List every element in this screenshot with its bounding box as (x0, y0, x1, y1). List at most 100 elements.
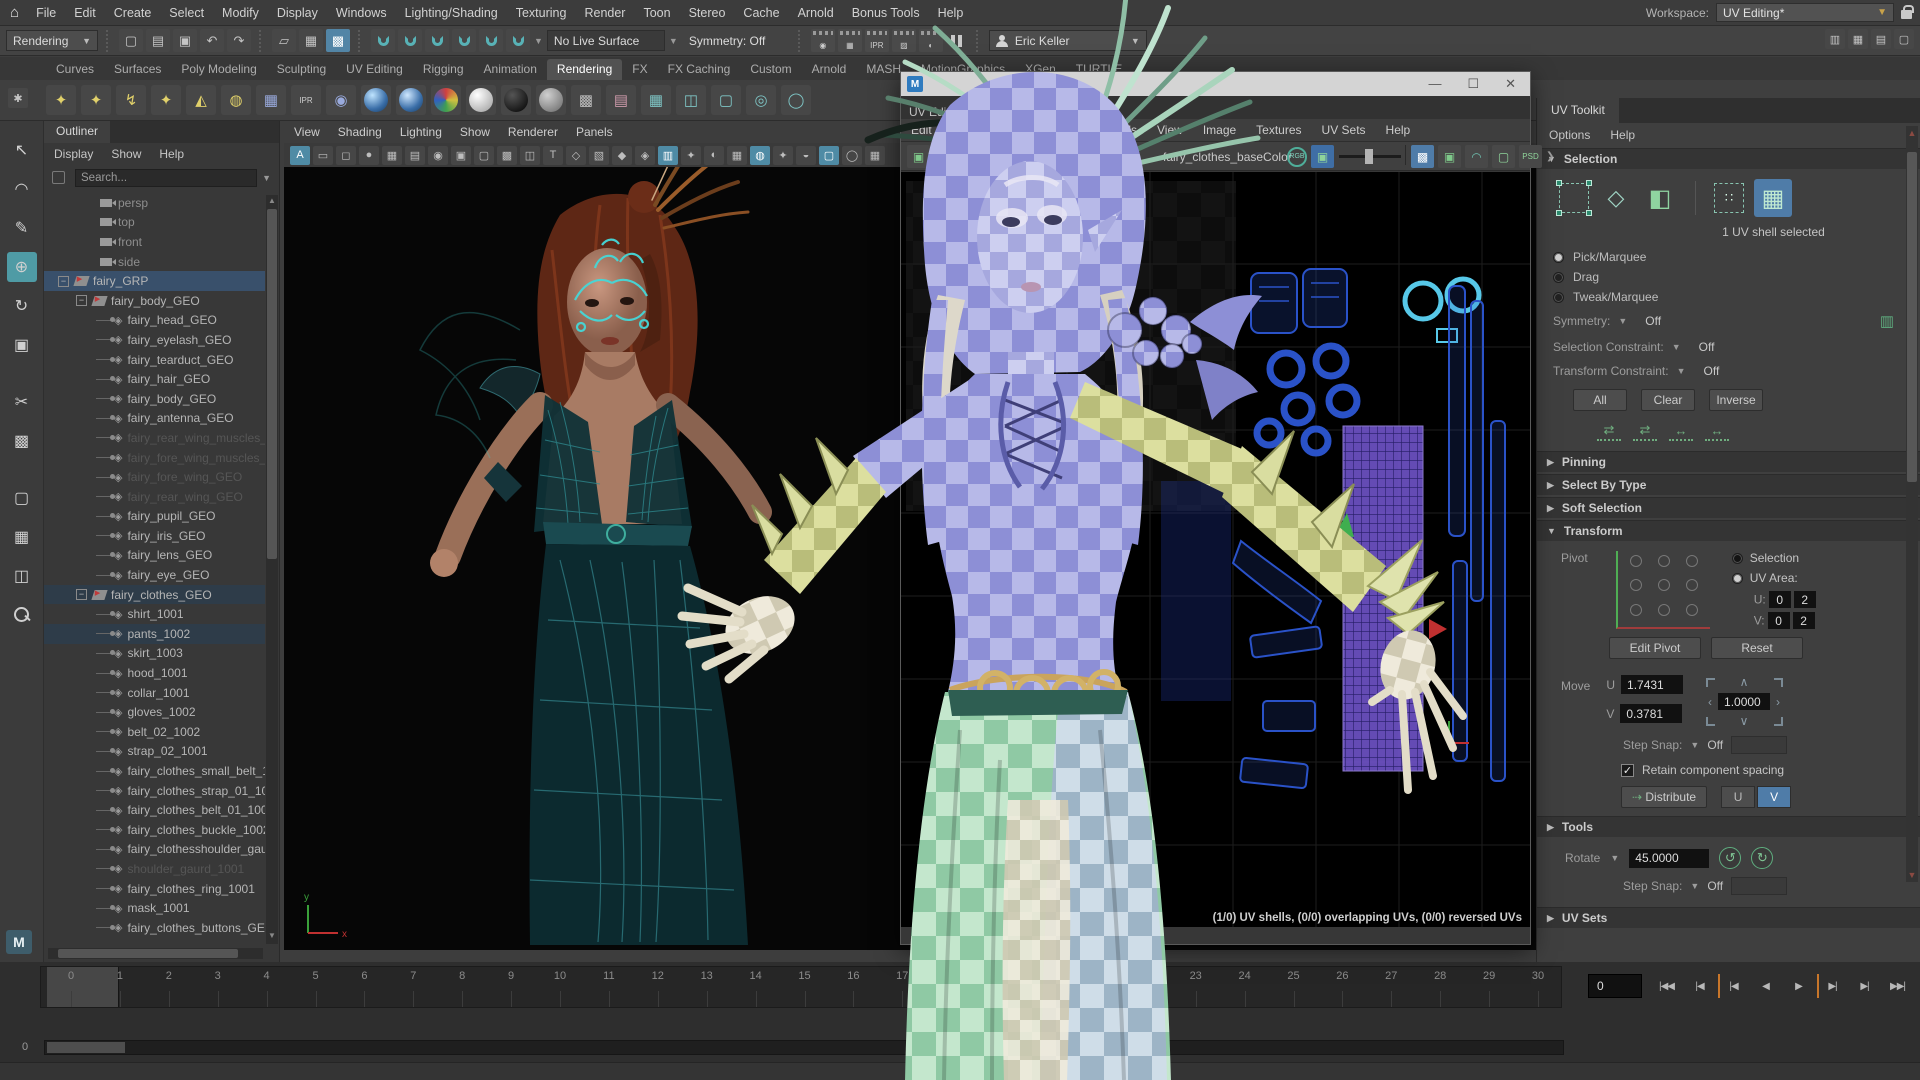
account-selector[interactable]: Eric Keller ▼ (989, 30, 1147, 51)
planar-uv-icon[interactable]: ▢ (711, 85, 741, 115)
snap-icon-2[interactable] (425, 29, 449, 52)
outliner-item-side[interactable]: side (44, 252, 265, 272)
inverse-selection-button[interactable]: Inverse (1709, 389, 1763, 411)
minimize-button[interactable]: — (1428, 76, 1441, 92)
edit-pivot-button[interactable]: Edit Pivot (1609, 637, 1701, 659)
shelf-tab-animation[interactable]: Animation (474, 59, 547, 80)
symmetry-selector[interactable]: Symmetry: Off (682, 30, 790, 51)
time-slider[interactable]: 0123456789101112131415161718192021222324… (40, 966, 1562, 1008)
snap-icon-0[interactable] (371, 29, 395, 52)
pivot-pos-0[interactable] (1630, 555, 1642, 567)
uv-editor-menu-image[interactable]: Image (1195, 123, 1244, 137)
zoom-tool-icon[interactable] (7, 600, 37, 630)
hypershade-icon[interactable]: ◉ (326, 85, 356, 115)
paint-select-tool-icon[interactable]: ✎ (7, 213, 37, 243)
outliner-item-fairy_clothes_small_belt_1002[interactable]: ◈fairy_clothes_small_belt_1002 (44, 761, 265, 781)
panel-toggle-icon-1[interactable]: ▦ (1848, 29, 1868, 49)
outliner-item-fairy_body_GEO[interactable]: −fairy_body_GEO (44, 291, 265, 311)
render-current-frame-icon[interactable]: ◉ (811, 29, 835, 52)
menubar-item-file[interactable]: File (27, 6, 65, 20)
shell-border-icon[interactable]: ▢ (1492, 145, 1515, 168)
menubar-item-create[interactable]: Create (105, 6, 161, 20)
outliner-item-persp[interactable]: persp (44, 193, 265, 213)
uv-editor-menu-help[interactable]: Help (1378, 123, 1419, 137)
select-object-icon[interactable]: ▦ (299, 29, 323, 52)
select-loop-icon[interactable]: ↔ (1705, 421, 1729, 441)
outliner-item-fairy_lens_GEO[interactable]: ◈fairy_lens_GEO (44, 546, 265, 566)
section-pinning[interactable]: ▶Pinning (1537, 451, 1920, 472)
panel-toggle-icon-0[interactable]: ▥ (1825, 29, 1845, 49)
shelf-tab-poly-modeling[interactable]: Poly Modeling (171, 59, 266, 80)
section-tools[interactable]: ▶Tools (1537, 816, 1920, 837)
outliner-item-fairy_fore_wing_muscles_GEO[interactable]: ◈fairy_fore_wing_muscles_GEO (44, 448, 265, 468)
go-to-end-button[interactable]: ▶▶| (1883, 974, 1912, 998)
pivot-pos-5[interactable] (1686, 579, 1698, 591)
menubar-item-edit[interactable]: Edit (65, 6, 105, 20)
undo-icon[interactable]: ↶ (200, 29, 224, 52)
pivot-pos-2[interactable] (1686, 555, 1698, 567)
home-icon[interactable]: ⌂ (10, 4, 19, 21)
uv-area-v-max[interactable]: 2 (1793, 612, 1815, 629)
rotate-cw-button[interactable]: ↻ (1751, 847, 1773, 869)
uv-image-icon[interactable]: ▣ (1438, 145, 1461, 168)
area-light-icon[interactable]: ✦ (46, 85, 76, 115)
texture-name[interactable]: fairy_clothes_baseColor (1163, 150, 1292, 164)
pivot-pos-1[interactable] (1658, 555, 1670, 567)
outliner-item-fairy_hair_GEO[interactable]: ◈fairy_hair_GEO (44, 369, 265, 389)
lock-icon[interactable] (1901, 10, 1912, 19)
menubar-item-toon[interactable]: Toon (634, 6, 679, 20)
range-slider[interactable]: 0 (0, 1038, 1920, 1060)
viewport-icon-21[interactable]: ✦ (773, 146, 793, 165)
ipr-render-icon[interactable]: IPR (865, 29, 889, 52)
mode-drag[interactable]: Drag (1537, 267, 1920, 287)
section-uv-sets[interactable]: ▶UV Sets (1537, 907, 1920, 928)
mode-pick-marquee[interactable]: Pick/Marquee (1537, 247, 1920, 267)
material-blue-icon[interactable] (396, 85, 426, 115)
viewport-icon-14[interactable]: ◆ (612, 146, 632, 165)
outliner-item-hood_1001[interactable]: ◈hood_1001 (44, 663, 265, 683)
cylindrical-uv-icon[interactable]: ◎ (746, 85, 776, 115)
viewport-icon-13[interactable]: ▧ (589, 146, 609, 165)
rotate-angle-field[interactable]: 45.0000 (1629, 849, 1709, 868)
ambient-light-icon[interactable]: ✦ (81, 85, 111, 115)
menubar-item-cache[interactable]: Cache (734, 6, 788, 20)
viewport-icon-15[interactable]: ◈ (635, 146, 655, 165)
viewport-menu-show[interactable]: Show (460, 125, 490, 139)
checker-swatch-icon[interactable]: ▩ (934, 145, 957, 168)
render-region-icon[interactable]: ▦ (838, 29, 862, 52)
select-tool-icon[interactable]: ↖ (7, 135, 37, 165)
uv-menu-edit[interactable]: Edit (901, 123, 940, 137)
outliner-item-shirt_1001[interactable]: ◈shirt_1001 (44, 604, 265, 624)
snap-icon-3[interactable] (452, 29, 476, 52)
ipr-render-icon[interactable]: IPR (291, 85, 321, 115)
menubar-item-modify[interactable]: Modify (213, 6, 268, 20)
layout-four-icon[interactable]: ▦ (7, 522, 37, 552)
menubar-item-render[interactable]: Render (575, 6, 634, 20)
shelf-tab-uv-editing[interactable]: UV Editing (336, 59, 413, 80)
face-select-icon[interactable]: ◧ (1643, 181, 1677, 215)
gear-icon[interactable]: ✱ (8, 88, 28, 108)
viewport-icon-23[interactable]: ▢ (819, 146, 839, 165)
uv-editor-window[interactable]: M — ☐ ✕ UV Editor Edit ToolsViewImageTex… (900, 71, 1531, 945)
open-scene-icon[interactable]: ▤ (146, 29, 170, 52)
menubar-item-stereo[interactable]: Stereo (680, 6, 735, 20)
menubar-item-windows[interactable]: Windows (327, 6, 396, 20)
viewport-icon-8[interactable]: ▢ (474, 146, 494, 165)
pivot-pos-4[interactable] (1658, 579, 1670, 591)
vertex-select-icon[interactable]: ◇ (1599, 181, 1633, 215)
outliner-item-fairy_head_GEO[interactable]: ◈fairy_head_GEO (44, 311, 265, 331)
outliner-item-front[interactable]: front (44, 232, 265, 252)
pause-viewport-icon[interactable] (946, 29, 968, 52)
go-to-start-button[interactable]: |◀◀ (1652, 974, 1681, 998)
chevron-right-icon[interactable]: ❯ (1546, 151, 1554, 162)
render-settings-display-icon[interactable]: ◐ (919, 29, 943, 52)
chevron-down-icon[interactable]: ▼ (262, 173, 271, 183)
chevron-down-icon[interactable]: ▼ (669, 36, 678, 46)
section-select-by-type[interactable]: ▶Select By Type (1537, 474, 1920, 495)
viewport-icon-1[interactable]: ▭ (313, 146, 333, 165)
step-back-frame-button[interactable]: |◀ (1685, 974, 1714, 998)
rotate-tool-icon[interactable]: ↻ (7, 291, 37, 321)
chevron-down-icon[interactable]: ▼ (534, 36, 543, 46)
distribute-v-toggle[interactable]: V (1757, 786, 1791, 808)
viewport-icon-18[interactable]: ◐ (704, 146, 724, 165)
